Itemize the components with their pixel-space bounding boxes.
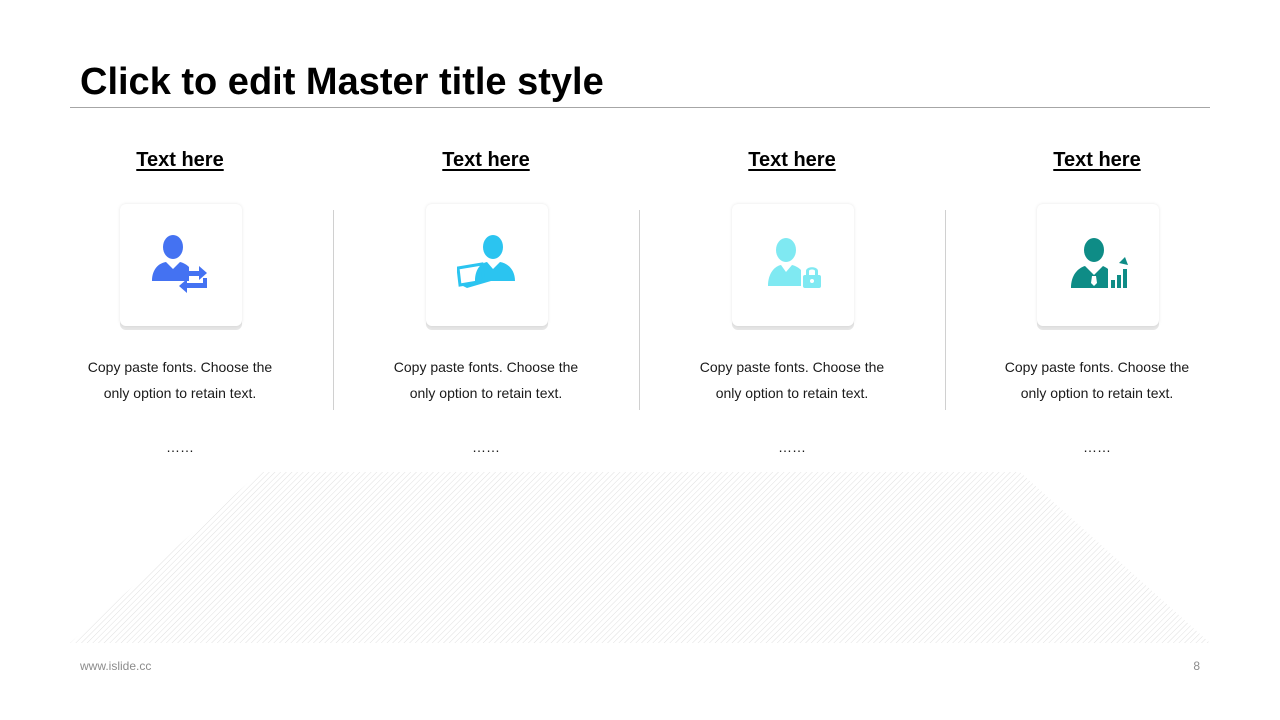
column-body-line-1: Copy paste fonts. Choose the (699, 359, 885, 375)
column-body-line-2: only option to retain text. (103, 385, 257, 401)
feature-column-4: Text here Copy paste fonts. Choose the o… (944, 140, 1250, 470)
user-laptop-icon (457, 235, 515, 288)
column-body-line-1: Copy paste fonts. Choose the (393, 359, 579, 375)
column-body-text: Copy paste fonts. Choose the only option… (984, 354, 1210, 406)
icon-card (426, 204, 548, 326)
column-body-line-2: only option to retain text. (1020, 385, 1174, 401)
user-sync-icon (152, 235, 207, 293)
feature-column-1: Text here Copy paste fonts. Choose the o… (27, 140, 333, 470)
column-heading[interactable]: Text here (27, 147, 333, 173)
icon-card (1037, 204, 1159, 326)
column-body-text: Copy paste fonts. Choose the only option… (67, 354, 293, 406)
feature-column-3: Text here Copy paste fonts. Choose the o… (639, 140, 945, 470)
column-heading[interactable]: Text here (333, 147, 639, 173)
footer-url[interactable]: www.islide.cc (80, 658, 151, 674)
column-ellipsis: …… (166, 439, 194, 455)
column-body-text: Copy paste fonts. Choose the only option… (679, 354, 905, 406)
feature-column-2: Text here Copy paste fonts. Choose the o… (333, 140, 639, 470)
icon-card (120, 204, 242, 326)
column-heading[interactable]: Text here (639, 147, 945, 173)
icon-card (732, 204, 854, 326)
column-body-line-1: Copy paste fonts. Choose the (87, 359, 273, 375)
user-lock-icon (768, 238, 821, 288)
column-body-text: Copy paste fonts. Choose the only option… (373, 354, 599, 406)
column-ellipsis: …… (1083, 439, 1111, 455)
column-ellipsis: …… (472, 439, 500, 455)
slide-title: Click to edit Master title style (80, 61, 604, 103)
column-body-line-2: only option to retain text. (409, 385, 563, 401)
column-ellipsis: …… (778, 439, 806, 455)
user-growth-chart-icon (1071, 238, 1128, 288)
page-number: 8 (1193, 659, 1200, 673)
title-underline-rule (70, 107, 1210, 108)
column-heading[interactable]: Text here (944, 147, 1250, 173)
column-body-line-2: only option to retain text. (715, 385, 869, 401)
column-body-line-1: Copy paste fonts. Choose the (1004, 359, 1190, 375)
